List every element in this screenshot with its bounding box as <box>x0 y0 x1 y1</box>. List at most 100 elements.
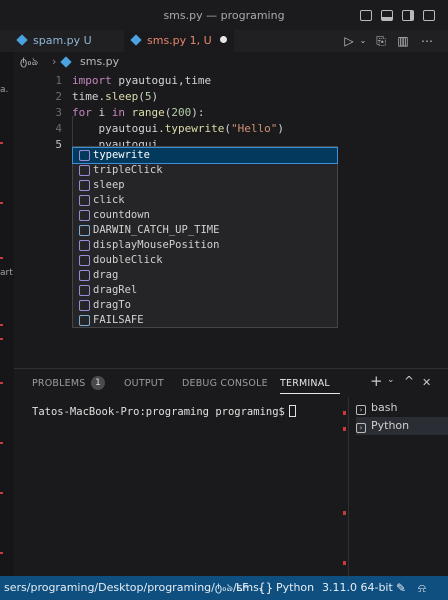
explorer-edge: a. art <box>0 52 14 576</box>
variable-icon <box>79 315 90 326</box>
terminal-icon: › <box>356 405 366 415</box>
title-bar: sms.py — programing <box>0 0 448 30</box>
git-change-marker <box>0 338 3 340</box>
code-token: i <box>98 106 112 119</box>
breadcrumb-file[interactable]: sms.py <box>80 52 119 72</box>
line-number: 2 <box>55 90 62 103</box>
code-token: . <box>158 122 165 135</box>
code-token: 5 <box>144 90 152 103</box>
terminal-list-divider <box>348 397 349 577</box>
scrollbar-error-marker <box>343 561 346 565</box>
suggestion-label: displayMousePosition <box>93 239 220 251</box>
git-change-marker <box>0 324 3 326</box>
git-change-marker <box>0 142 3 144</box>
terminal-dropdown-chevron-icon[interactable]: ⌄ <box>387 375 395 385</box>
autocomplete-popup[interactable]: typewrite tripleClick sleep click countdown D… <box>72 146 338 328</box>
status-language[interactable]: Python <box>276 576 314 600</box>
tab-output[interactable]: OUTPUT <box>124 378 164 389</box>
maximize-panel-icon[interactable]: ^ <box>404 374 414 388</box>
terminal-output[interactable]: Tatos-MacBook-Pro:programing programing$ <box>32 405 296 418</box>
tab-debug-console[interactable]: DEBUG CONSOLE <box>182 378 268 389</box>
suggestion-label: dragTo <box>93 299 131 311</box>
notifications-bell-icon[interactable]: ⍾ <box>418 576 426 600</box>
line-number: 1 <box>55 74 62 87</box>
new-terminal-icon[interactable]: + <box>370 372 383 390</box>
suggestion-item[interactable]: click <box>73 193 337 208</box>
toggle-panel-icon[interactable] <box>381 10 393 21</box>
run-icon[interactable]: ▷ <box>342 34 356 48</box>
code-line[interactable]: for i in range(200): <box>72 106 205 119</box>
explorer-item-fragment[interactable]: art <box>0 268 13 278</box>
explorer-item-fragment[interactable]: a. <box>0 85 8 95</box>
code-line[interactable]: import pyautogui,time <box>72 74 211 87</box>
tab-terminal[interactable]: TERMINAL <box>280 378 330 389</box>
code-token: , <box>177 74 185 87</box>
git-change-marker <box>0 442 3 444</box>
code-token: typewrite <box>164 122 225 135</box>
code-token: import <box>72 74 119 87</box>
code-line[interactable]: pyautogui.typewrite("Hello") <box>72 122 283 135</box>
git-change-marker <box>0 492 3 494</box>
reference-icon <box>79 270 90 281</box>
code-token: sleep <box>105 90 139 103</box>
code-token: ( <box>138 90 145 103</box>
code-token: in <box>111 106 132 119</box>
method-cube-icon <box>79 180 90 191</box>
variable-icon <box>79 225 90 236</box>
indent-guide <box>72 116 73 146</box>
suggestion-item[interactable]: countdown <box>73 208 337 223</box>
code-token: for <box>72 106 99 119</box>
terminal-item-label: bash <box>371 401 398 414</box>
open-changes-icon[interactable]: ⎘ <box>374 34 388 48</box>
terminal-item-bash[interactable]: › bash <box>356 399 448 417</box>
terminal-item-python[interactable]: › Python <box>356 417 448 435</box>
suggestion-item[interactable]: doubleClick <box>73 253 337 268</box>
suggestion-item[interactable]: dragTo <box>73 298 337 313</box>
git-change-marker <box>0 257 3 259</box>
tab-spam-py[interactable]: spam.py U <box>16 30 122 52</box>
layout-icon[interactable] <box>423 10 435 21</box>
suggestion-label: DARWIN_CATCH_UP_TIME <box>93 224 220 236</box>
breadcrumb: ტ៰ঌ › sms.py <box>0 52 448 72</box>
close-panel-icon[interactable]: ✕ <box>422 376 431 389</box>
method-cube-icon <box>79 210 90 221</box>
code-line[interactable]: time.sleep(5) <box>72 90 158 103</box>
unsaved-dot-icon[interactable] <box>219 36 227 43</box>
language-braces-icon[interactable]: {} <box>258 576 273 600</box>
status-interpreter[interactable]: 3.11.0 64-bit <box>322 576 393 600</box>
python-file-icon <box>130 34 142 46</box>
run-dropdown-chevron-icon[interactable]: ⌄ <box>356 34 370 48</box>
suggestion-item[interactable]: DARWIN_CATCH_UP_TIME <box>73 223 337 238</box>
suggestion-item[interactable]: typewrite <box>72 147 338 164</box>
suggestion-item[interactable]: dragRel <box>73 283 337 298</box>
toggle-sidebar-icon[interactable] <box>360 10 372 21</box>
suggestion-item[interactable]: tripleClick <box>73 163 337 178</box>
feedback-icon[interactable]: ✎ <box>396 576 406 600</box>
suggestion-label: click <box>93 194 125 206</box>
suggestion-item[interactable]: drag <box>73 268 337 283</box>
terminal-cursor <box>288 405 296 417</box>
terminal-prompt: Tatos-MacBook-Pro:programing programing$ <box>32 406 285 418</box>
breadcrumb-folder[interactable]: ტ៰ঌ <box>20 52 38 72</box>
code-token: pyautogui <box>118 74 178 87</box>
tab-label: sms.py <box>147 34 187 47</box>
status-file-path[interactable]: sers/programing/Desktop/programing/ტ៰ঌ/s… <box>4 576 262 600</box>
scrollbar-error-marker <box>343 511 346 515</box>
method-cube-icon <box>79 285 90 296</box>
suggestion-item[interactable]: displayMousePosition <box>73 238 337 253</box>
active-tab-indicator <box>280 393 340 394</box>
tab-sms-py[interactable]: sms.py 1, U <box>124 30 234 52</box>
code-token: "Hello" <box>230 122 278 135</box>
bottom-panel: PROBLEMS 1 OUTPUT DEBUG CONSOLE TERMINAL… <box>14 368 448 577</box>
toggle-secondary-sidebar-icon[interactable] <box>402 10 414 21</box>
suggestion-item[interactable]: sleep <box>73 178 337 193</box>
suggestion-label: tripleClick <box>93 164 163 176</box>
tab-problems[interactable]: PROBLEMS <box>32 378 85 389</box>
more-actions-icon[interactable]: ⋯ <box>420 34 434 48</box>
split-editor-icon[interactable]: ▥ <box>396 34 410 48</box>
tab-git-status: 1, U <box>189 34 212 47</box>
code-token: ): <box>191 106 205 119</box>
line-number: 4 <box>55 122 62 135</box>
suggestion-item[interactable]: FAILSAFE <box>73 313 337 328</box>
status-eol[interactable]: LF <box>236 576 248 600</box>
